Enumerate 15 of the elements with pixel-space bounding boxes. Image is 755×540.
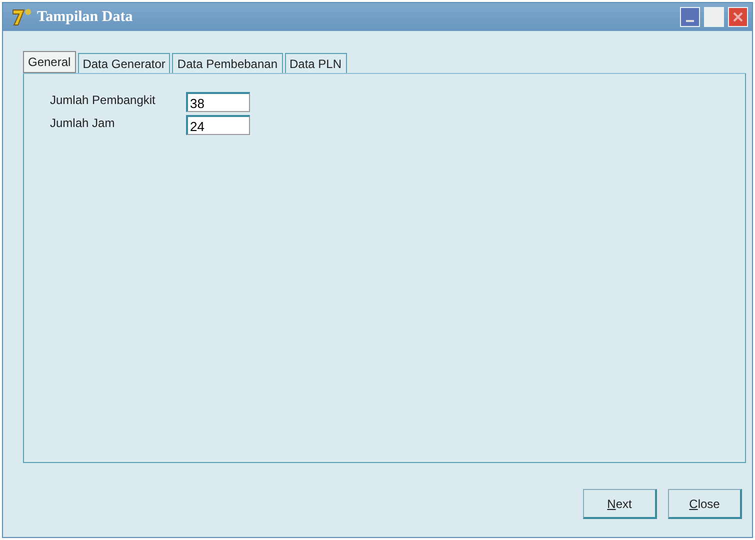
- input-field[interactable]: 24: [186, 115, 250, 135]
- close-icon: [731, 10, 745, 24]
- field-label: Jumlah Jam: [50, 116, 116, 130]
- tab[interactable]: General: [23, 51, 76, 73]
- close-button[interactable]: [728, 7, 748, 27]
- tab[interactable]: Data Generator: [78, 53, 170, 73]
- close-dialog-button[interactable]: Close: [668, 489, 742, 519]
- tab[interactable]: Data Pembebanan: [172, 53, 282, 73]
- next-button[interactable]: Next: [583, 489, 657, 519]
- input-field[interactable]: 38: [186, 92, 250, 112]
- field-label: Jumlah Pembangkit: [50, 93, 156, 107]
- minimize-button[interactable]: [680, 7, 700, 27]
- window-title: Tampilan Data: [37, 8, 133, 26]
- tab[interactable]: Data PLN: [284, 53, 347, 73]
- app-logo-icon: [11, 7, 33, 27]
